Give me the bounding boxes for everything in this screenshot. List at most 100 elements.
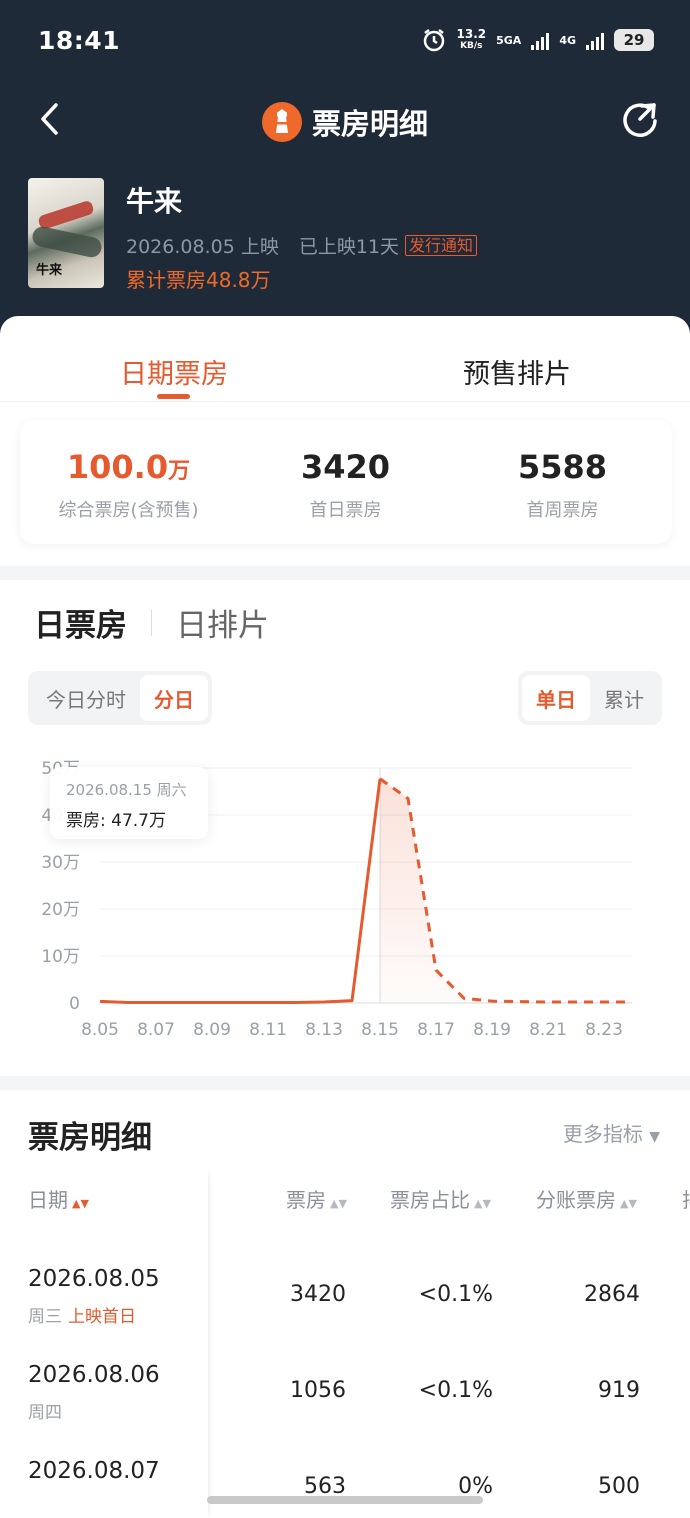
speed-unit: KB/s bbox=[460, 41, 483, 51]
share-icon[interactable] bbox=[620, 99, 660, 139]
row-ratio: <0.1% bbox=[418, 1378, 493, 1403]
chevron-down-icon: ▼ bbox=[649, 1129, 660, 1145]
header-split-label: 分账票房 bbox=[536, 1188, 616, 1212]
network-speed: 13.2 KB/s bbox=[457, 28, 487, 52]
series-area bbox=[380, 778, 632, 1003]
header-box-office-label: 票房 bbox=[286, 1188, 326, 1212]
option-single-day[interactable]: 单日 bbox=[522, 675, 590, 721]
home-indicator[interactable] bbox=[207, 1496, 483, 1504]
mode-toggle: 单日 累计 bbox=[518, 671, 662, 725]
table-header: 日期 ▲▼ 票房 ▲▼ 票房占比 ▲▼ 分账票房 ▲▼ 排 bbox=[0, 1184, 690, 1224]
row-weekday-label: 周三 bbox=[28, 1307, 62, 1327]
header-split-box-office[interactable]: 分账票房 ▲▼ bbox=[536, 1184, 637, 1213]
sort-icon: ▲▼ bbox=[474, 1197, 491, 1210]
x-tick-label: 8.05 bbox=[81, 1020, 119, 1040]
tab-presale[interactable]: 预售排片 bbox=[463, 352, 571, 391]
option-today-hourly[interactable]: 今日分时 bbox=[32, 675, 140, 721]
chart-tooltip: 2026.08.15 周六 票房: 47.7万 bbox=[50, 767, 208, 839]
lighthouse-logo-icon bbox=[261, 102, 302, 142]
sort-icon: ▲▼ bbox=[620, 1197, 637, 1210]
row-date: 2026.08.06 bbox=[28, 1362, 160, 1388]
x-tick-label: 8.15 bbox=[361, 1020, 399, 1040]
alarm-icon bbox=[423, 29, 444, 52]
movie-poster[interactable]: 牛来 bbox=[28, 178, 104, 288]
tab-divider bbox=[151, 609, 152, 636]
poster-art bbox=[37, 199, 95, 231]
x-tick-label: 8.11 bbox=[249, 1020, 287, 1040]
x-tick-label: 8.09 bbox=[193, 1020, 231, 1040]
more-metrics-dropdown[interactable]: 更多指标 ▼ bbox=[563, 1118, 660, 1147]
x-tick-label: 8.13 bbox=[305, 1020, 343, 1040]
movie-info: 牛来 牛来 2026.08.05 上映 已上映11天 发行通知 累计票房48.8… bbox=[28, 178, 670, 292]
more-metrics-label: 更多指标 bbox=[562, 1122, 643, 1146]
y-tick-label: 10万 bbox=[41, 947, 80, 967]
status-time: 18:41 bbox=[38, 25, 121, 55]
header: 18:41 13.2 KB/s 5GA 4G 29 票房明细 牛来 牛来 202… bbox=[0, 0, 690, 345]
row-ratio: <0.1% bbox=[418, 1282, 493, 1307]
x-tick-label: 8.19 bbox=[473, 1020, 511, 1040]
header-ratio[interactable]: 票房占比 ▲▼ bbox=[390, 1184, 491, 1213]
tab-daily-schedule[interactable]: 日排片 bbox=[176, 600, 269, 645]
row-split: 919 bbox=[598, 1378, 640, 1403]
box-office-table: 票房明细 更多指标 ▼ 日期 ▲▼ 票房 ▲▼ 票房占比 ▲▼ 分账票房 ▲▼ 排 20… bbox=[0, 1090, 690, 1518]
header-date[interactable]: 日期 ▲▼ bbox=[28, 1184, 89, 1213]
row-weekday: 周四 bbox=[28, 1398, 62, 1423]
main-tabs: 日期票房 预售排片 bbox=[0, 316, 690, 402]
sort-icon: ▲▼ bbox=[72, 1197, 89, 1210]
stat-total-value: 100.0 bbox=[66, 448, 169, 486]
table-row[interactable]: 2026.08.05 周三 上映首日 3420 <0.1% 2864 bbox=[0, 1266, 690, 1362]
row-date: 2026.08.07 bbox=[28, 1458, 160, 1484]
release-notice-badge[interactable]: 发行通知 bbox=[405, 235, 478, 256]
x-tick-label: 8.21 bbox=[529, 1020, 567, 1040]
stat-first-day-label: 首日票房 bbox=[309, 500, 382, 521]
row-split: 2864 bbox=[584, 1282, 640, 1307]
stats-card: 100.0万 综合票房(含预售) 3420 首日票房 5588 首周票房 bbox=[20, 420, 672, 544]
header-next-clipped[interactable]: 排 bbox=[682, 1184, 690, 1213]
tab-daily-box-office[interactable]: 日票房 bbox=[34, 600, 127, 645]
battery-icon: 29 bbox=[614, 29, 654, 51]
row-weekday: 周三 上映首日 bbox=[28, 1302, 136, 1327]
release-date: 2026.08.05 上映 bbox=[126, 236, 279, 258]
tab-indicator bbox=[157, 394, 190, 399]
network2-label: 4G bbox=[559, 33, 576, 47]
chart-tabs: 日票房 日排片 bbox=[34, 600, 269, 645]
x-tick-label: 8.17 bbox=[417, 1020, 455, 1040]
stat-first-day-value: 3420 bbox=[300, 448, 391, 486]
y-tick-label: 0 bbox=[69, 994, 80, 1014]
option-cumulative[interactable]: 累计 bbox=[590, 675, 658, 721]
stat-first-day: 3420 首日票房 bbox=[237, 448, 454, 522]
status-bar: 18:41 13.2 KB/s 5GA 4G 29 bbox=[38, 22, 654, 58]
tab-date-box-office[interactable]: 日期票房 bbox=[120, 352, 228, 391]
stat-first-week-label: 首周票房 bbox=[526, 500, 599, 521]
total-box-office: 累计票房48.8万 bbox=[126, 268, 271, 292]
stat-total: 100.0万 综合票房(含预售) bbox=[20, 448, 237, 522]
nav-bar: 票房明细 bbox=[0, 95, 690, 145]
x-tick-label: 8.23 bbox=[585, 1020, 623, 1040]
signal-icon-2 bbox=[586, 30, 604, 50]
movie-release-row: 2026.08.05 上映 已上映11天 发行通知 bbox=[126, 232, 478, 259]
summary-panel: 日期票房 预售排片 100.0万 综合票房(含预售) 3420 首日票房 558… bbox=[0, 316, 690, 566]
signal-icon bbox=[531, 30, 550, 50]
speed-value: 13.2 bbox=[456, 27, 487, 41]
status-icons: 13.2 KB/s 5GA 4G 29 bbox=[421, 27, 654, 53]
stat-total-value-wrap: 100.0万 bbox=[20, 448, 237, 486]
option-by-day[interactable]: 分日 bbox=[140, 675, 208, 721]
poster-art-2 bbox=[30, 224, 104, 260]
table-title: 票房明细 bbox=[28, 1120, 152, 1156]
poster-text: 牛来 bbox=[36, 263, 63, 278]
sort-icon: ▲▼ bbox=[330, 1197, 347, 1210]
row-date: 2026.08.05 bbox=[28, 1266, 160, 1292]
row-box-office: 1056 bbox=[290, 1378, 346, 1403]
page-title: 票房明细 bbox=[311, 107, 428, 141]
nav-title-wrap: 票房明细 bbox=[0, 101, 690, 143]
stat-first-week-value: 5588 bbox=[517, 448, 608, 486]
y-tick-label: 30万 bbox=[41, 853, 80, 873]
tooltip-value: 票房: 47.7万 bbox=[66, 811, 166, 831]
movie-name: 牛来 bbox=[126, 185, 183, 218]
header-box-office[interactable]: 票房 ▲▼ bbox=[286, 1184, 347, 1213]
stat-total-unit: 万 bbox=[168, 459, 191, 484]
granularity-toggle: 今日分时 分日 bbox=[28, 671, 212, 725]
table-row[interactable]: 2026.08.06 周四 1056 <0.1% 919 bbox=[0, 1362, 690, 1458]
row-box-office: 3420 bbox=[290, 1282, 346, 1307]
stat-total-label: 综合票房(含预售) bbox=[58, 500, 199, 521]
